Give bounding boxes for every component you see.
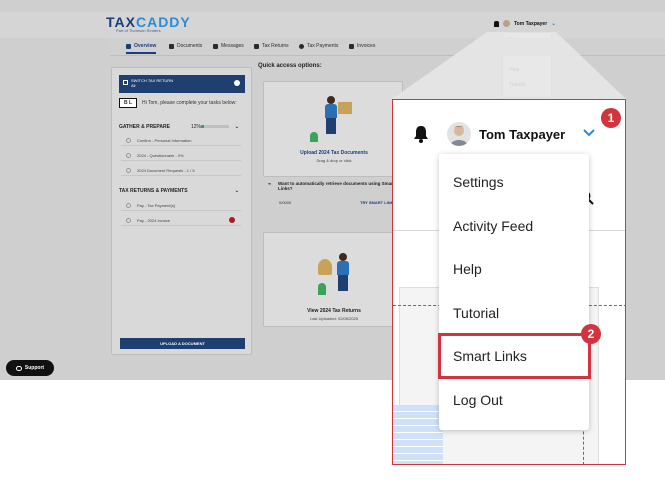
- tax-returns-payments-header[interactable]: TAX RETURNS & PAYMENTS ⌄: [119, 188, 245, 194]
- support-button[interactable]: Support: [6, 360, 54, 376]
- link-icon: ∞: [268, 181, 272, 186]
- view-card-title: View 2024 Tax Returns: [307, 308, 361, 314]
- messages-icon: [213, 43, 218, 49]
- quick-access-title: Quick access options:: [258, 63, 322, 69]
- task-row[interactable]: Pay - 2024 Invoice: [121, 215, 241, 226]
- menu-item-activity-feed[interactable]: Activity Feed: [439, 204, 589, 248]
- upload-card-title: Upload 2024 Tax Documents: [300, 150, 368, 156]
- invoices-icon: [349, 43, 354, 49]
- upload-card-subtitle: Drag & drop or click: [316, 158, 352, 163]
- tax-payments-icon: [299, 43, 304, 49]
- task-status-icon: [126, 203, 131, 208]
- switch-icon: [123, 80, 128, 85]
- task-row[interactable]: 2024 Document Requests - 1 / 5: [121, 165, 241, 176]
- mini-menu-help[interactable]: Help: [503, 63, 551, 78]
- switch-tax-return-button[interactable]: SWITCH TAX RETURN All: [119, 75, 245, 93]
- tax-returns-icon: [254, 43, 259, 49]
- chevron-down-icon[interactable]: [583, 128, 595, 138]
- gather-percent: 12%: [191, 124, 202, 130]
- avatar: [503, 20, 510, 27]
- zoomed-user-menu-callout: Tom Taxpayer Settings Activity Feed Help…: [392, 99, 626, 465]
- money-bag-illustration: [318, 259, 332, 275]
- chevron-down-icon[interactable]: ⌄: [551, 20, 556, 27]
- tab-tax-returns[interactable]: Tax Returns: [254, 43, 289, 49]
- alert-icon: [229, 217, 235, 223]
- smart-links-count: 0/0000: [279, 200, 292, 205]
- task-row[interactable]: Pay - Tax Payment(s): [121, 200, 241, 211]
- task-row[interactable]: Confirm - Personal Information: [121, 135, 241, 146]
- gather-progress-fill: [201, 125, 205, 128]
- close-icon[interactable]: [234, 80, 240, 86]
- main-nav: Overview Documents Messages Tax Returns …: [110, 38, 665, 56]
- try-smart-links-link[interactable]: TRY SMART LINKS: [360, 200, 396, 205]
- mini-user-menu[interactable]: Tom Taxpayer ⌄: [494, 20, 556, 27]
- view-tax-returns-card[interactable]: View 2024 Tax Returns Last Uploaded: 02/…: [263, 232, 403, 327]
- menu-item-tutorial[interactable]: Tutorial: [439, 291, 589, 335]
- task-row[interactable]: 2024 - Questionnaire - 0%: [121, 150, 241, 161]
- upload-document-button[interactable]: UPLOAD A DOCUMENT: [120, 338, 245, 349]
- gather-prepare-header[interactable]: GATHER & PREPARE 12% ⌄: [119, 124, 245, 130]
- avatar[interactable]: [447, 122, 471, 146]
- user-header: Tom Taxpayer: [413, 122, 565, 146]
- tab-invoices[interactable]: Invoices: [349, 43, 375, 49]
- gather-progress-bar: [201, 125, 229, 128]
- smart-links-prompt: ∞ Want to automatically retrieve documen…: [268, 181, 395, 191]
- mini-menu-tutorial[interactable]: Tutorial: [503, 78, 551, 93]
- tasks-panel: SWITCH TAX RETURN All B L Hi Tom, please…: [111, 67, 252, 355]
- greeting: B L Hi Tom, please complete your tasks b…: [119, 98, 237, 108]
- home-icon: [126, 43, 131, 49]
- app-header: [0, 12, 665, 38]
- tab-overview[interactable]: Overview: [126, 43, 157, 54]
- smart-links-highlight: [438, 333, 591, 379]
- callout-badge-1: 1: [601, 108, 621, 128]
- bell-icon[interactable]: [413, 125, 429, 143]
- task-status-icon: [126, 138, 131, 143]
- bell-icon[interactable]: [494, 20, 499, 27]
- tab-messages[interactable]: Messages: [213, 43, 244, 49]
- documents-icon: [169, 43, 174, 49]
- chat-icon: [15, 365, 22, 371]
- plant-illustration: [310, 132, 318, 142]
- menu-item-log-out[interactable]: Log Out: [439, 378, 589, 422]
- callout-badge-2: 2: [581, 324, 601, 344]
- user-name[interactable]: Tom Taxpayer: [479, 127, 565, 142]
- plant-illustration: [318, 283, 326, 295]
- box-illustration: [338, 102, 352, 114]
- task-status-icon: [126, 168, 131, 173]
- menu-item-help[interactable]: Help: [439, 247, 589, 291]
- upload-documents-card[interactable]: Upload 2024 Tax Documents Drag & drop or…: [263, 81, 403, 177]
- view-card-subtitle: Last Uploaded: 02/05/2025: [309, 316, 359, 321]
- user-name: Tom Taxpayer: [514, 20, 548, 27]
- person-illustration: [332, 253, 354, 293]
- tab-tax-payments[interactable]: Tax Payments: [299, 43, 338, 49]
- chevron-down-icon[interactable]: ⌄: [235, 124, 239, 130]
- user-initials-badge: B L: [119, 98, 137, 108]
- user-dropdown-menu: Settings Activity Feed Help Tutorial Sma…: [439, 154, 589, 430]
- chevron-down-icon[interactable]: ⌄: [235, 188, 239, 194]
- logo-subtitle: Part of Thomson Reuters: [116, 28, 161, 33]
- tab-documents[interactable]: Documents: [169, 43, 202, 49]
- task-status-icon: [126, 218, 131, 223]
- task-status-icon: [126, 153, 131, 158]
- menu-item-settings[interactable]: Settings: [439, 160, 589, 204]
- spreadsheet-illustration: [393, 405, 443, 464]
